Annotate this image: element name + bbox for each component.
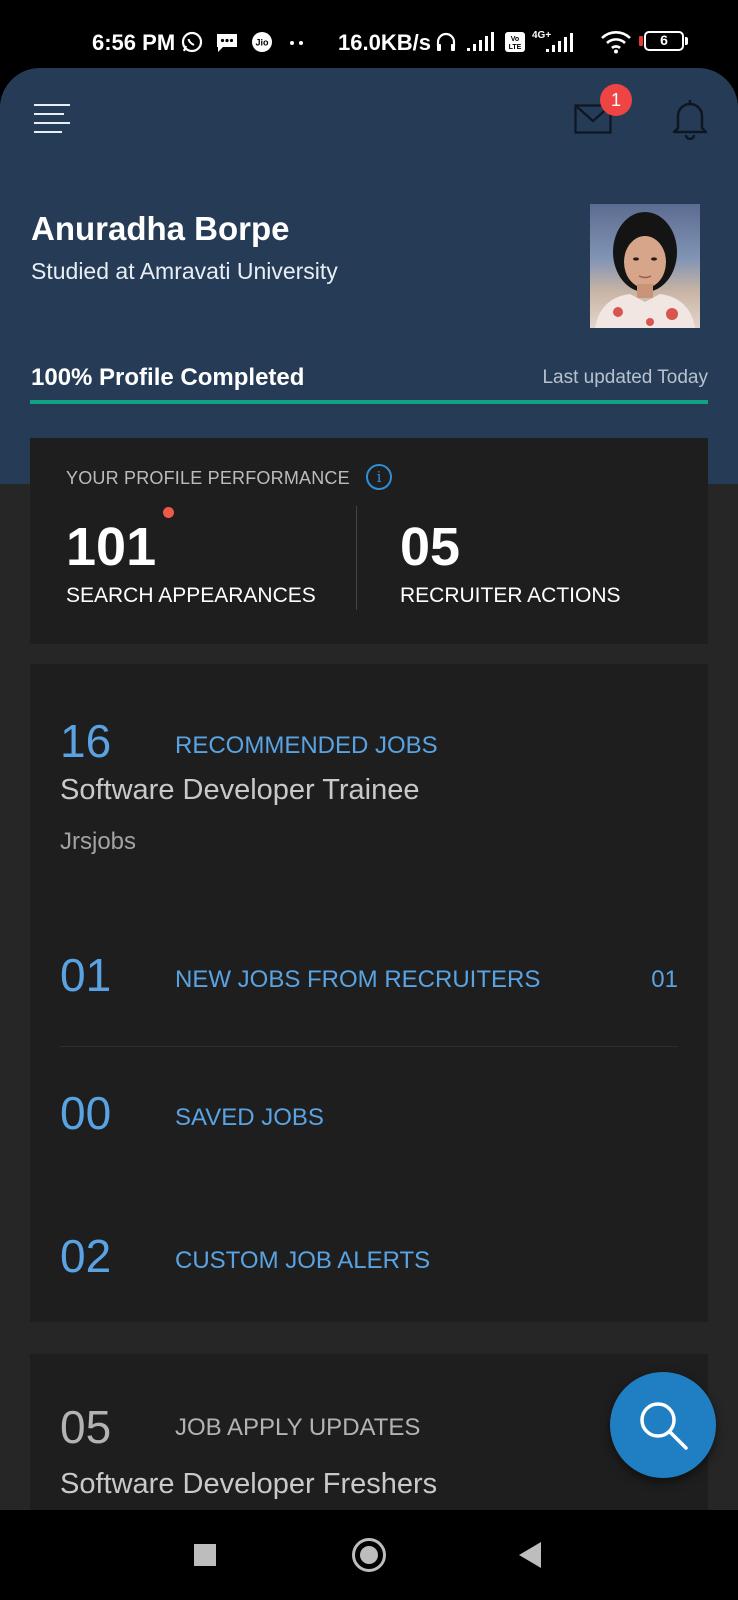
hamburger-menu-icon[interactable] bbox=[34, 104, 70, 138]
mail-badge: 1 bbox=[600, 84, 632, 116]
search-appearances-count: 101 bbox=[66, 517, 157, 577]
recruiter-jobs-label: NEW JOBS FROM RECRUITERS bbox=[175, 966, 541, 993]
svg-text:Vo: Vo bbox=[511, 36, 519, 43]
recommended-jobs-count: 16 bbox=[60, 715, 112, 767]
status-time: 6:56 PM bbox=[92, 30, 176, 55]
job-alerts-count: 02 bbox=[60, 1230, 112, 1282]
bell-icon[interactable] bbox=[670, 98, 710, 140]
status-bar: 6:56 PM Jio 16.0KB/s Vo LTE 4G+ 6 bbox=[0, 0, 738, 68]
signal-icon bbox=[467, 32, 494, 51]
profile-performance-card: YOUR PROFILE PERFORMANCE i 101 SEARCH AP… bbox=[30, 438, 708, 644]
row-divider bbox=[60, 1046, 678, 1047]
recommended-jobs-label: RECOMMENDED JOBS bbox=[175, 732, 438, 759]
recruiter-actions-label: RECRUITER ACTIONS bbox=[400, 584, 621, 607]
recruiter-jobs-new-count: 01 bbox=[651, 966, 678, 993]
apply-updates-count: 05 bbox=[60, 1401, 112, 1453]
nav-back-icon[interactable] bbox=[519, 1542, 541, 1568]
recruiter-actions-count: 05 bbox=[400, 517, 461, 577]
jobs-summary-card: 16 RECOMMENDED JOBS Software Developer T… bbox=[30, 664, 708, 1322]
app-screen: 1 Anuradha Borpe Studied at Amravati Uni… bbox=[0, 68, 738, 1510]
new-indicator-dot bbox=[163, 507, 174, 518]
profile-completion-label: 100% Profile Completed bbox=[31, 364, 305, 391]
headphones-icon bbox=[436, 32, 456, 51]
user-education: Studied at Amravati University bbox=[31, 258, 338, 284]
signal-4g-icon: 4G+ bbox=[532, 30, 573, 52]
performance-divider bbox=[356, 506, 357, 610]
jio-icon: Jio bbox=[252, 32, 272, 52]
info-icon[interactable]: i bbox=[366, 464, 392, 490]
whatsapp-icon bbox=[181, 31, 203, 53]
saved-jobs-label: SAVED JOBS bbox=[175, 1104, 324, 1131]
message-icon bbox=[217, 34, 237, 52]
job-apply-updates-card[interactable]: 05 JOB APPLY UPDATES Software Developer … bbox=[30, 1354, 708, 1510]
recommended-job-company: Jrsjobs bbox=[60, 828, 137, 855]
last-updated: Last updated Today bbox=[542, 367, 708, 388]
recommended-job-title: Software Developer Trainee bbox=[60, 774, 420, 806]
wifi-icon bbox=[601, 31, 631, 54]
profile-progress-fill bbox=[30, 400, 708, 404]
net-speed: 16.0KB/s bbox=[338, 30, 431, 55]
nav-recents-icon[interactable] bbox=[194, 1544, 216, 1566]
search-icon bbox=[640, 1402, 688, 1450]
profile-progress-bar bbox=[30, 400, 708, 404]
nav-home-icon[interactable] bbox=[352, 1538, 386, 1572]
performance-title: YOUR PROFILE PERFORMANCE bbox=[66, 468, 350, 488]
battery-icon: 6 bbox=[639, 31, 688, 51]
battery-level: 6 bbox=[660, 32, 668, 48]
job-alerts-label: CUSTOM JOB ALERTS bbox=[175, 1247, 431, 1274]
avatar-photo bbox=[595, 212, 695, 328]
apply-update-job-title: Software Developer Freshers bbox=[60, 1468, 438, 1500]
svg-text:4G+: 4G+ bbox=[532, 30, 551, 41]
volte-icon: Vo LTE bbox=[505, 32, 525, 52]
apply-updates-label: JOB APPLY UPDATES bbox=[175, 1414, 421, 1441]
svg-text:Jio: Jio bbox=[255, 38, 269, 48]
saved-jobs-count: 00 bbox=[60, 1087, 112, 1139]
user-name: Anuradha Borpe bbox=[31, 210, 290, 247]
more-notifications-icon bbox=[290, 41, 303, 45]
search-appearances-label: SEARCH APPEARANCES bbox=[66, 584, 316, 607]
search-fab-button[interactable] bbox=[610, 1372, 716, 1478]
profile-header: 1 Anuradha Borpe Studied at Amravati Uni… bbox=[0, 68, 738, 484]
svg-text:LTE: LTE bbox=[509, 44, 522, 51]
recruiter-jobs-count: 01 bbox=[60, 949, 112, 1001]
avatar[interactable] bbox=[590, 204, 700, 328]
